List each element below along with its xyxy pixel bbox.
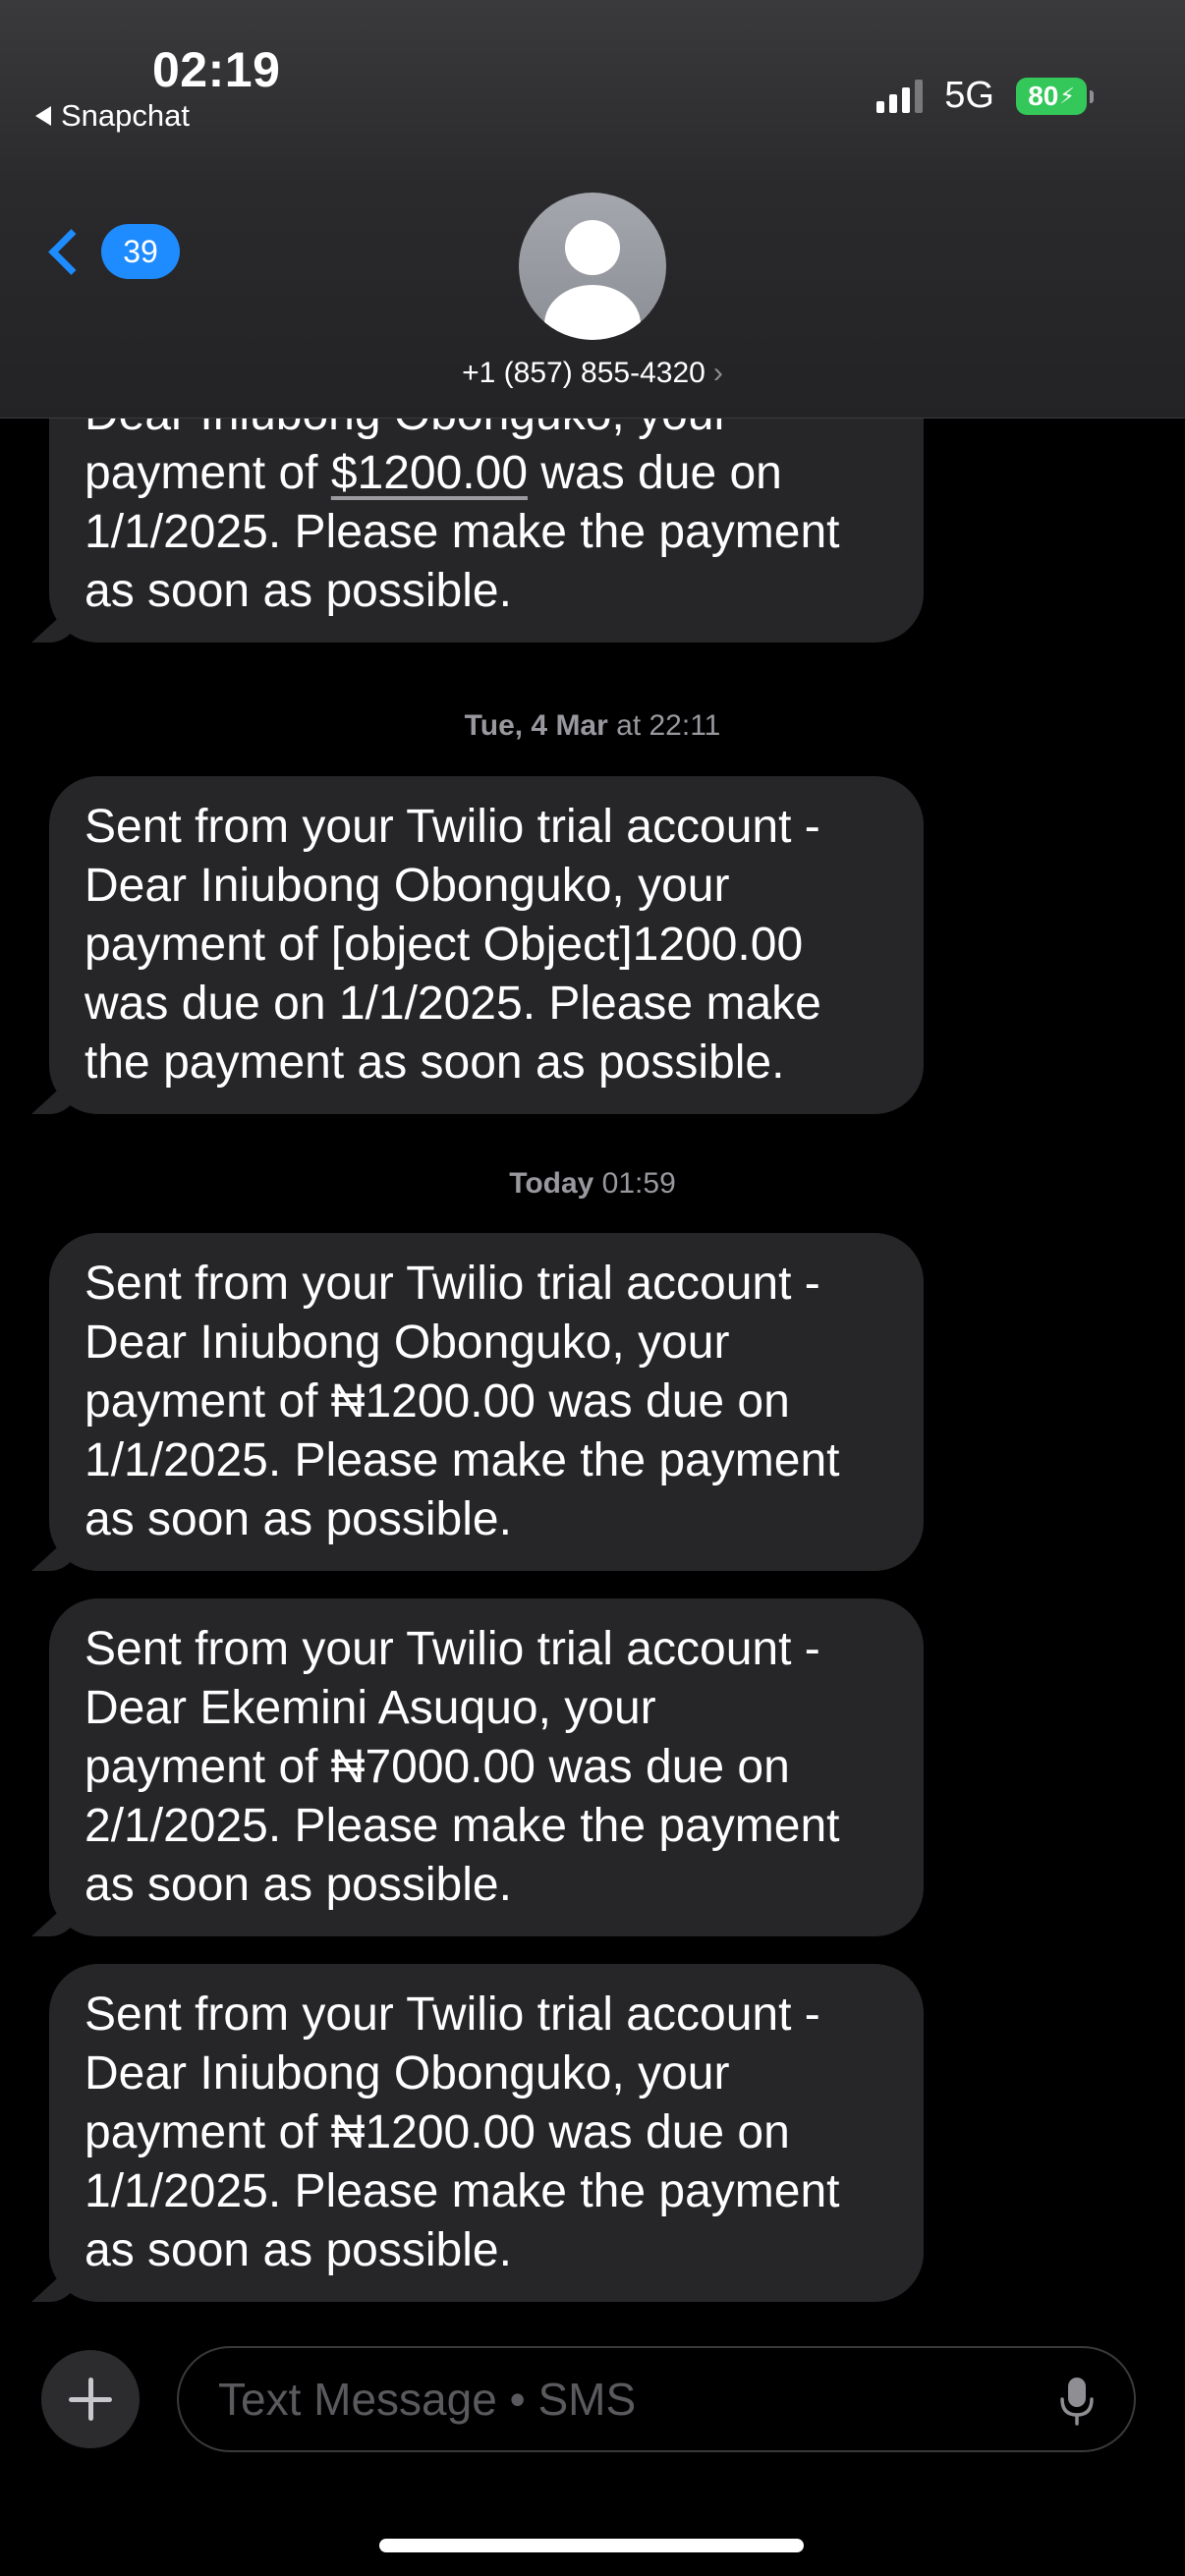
microphone-icon[interactable]: [1059, 2376, 1095, 2427]
back-button[interactable]: 39: [43, 224, 180, 279]
message-line: 1/1/2025. Please make the payment: [85, 1434, 840, 1486]
avatar-person-icon: [565, 220, 620, 275]
message-line: Dear Iniubong Obonguko, your: [85, 860, 730, 912]
message-bubble[interactable]: Sent from your Twilio trial account - De…: [49, 776, 924, 1114]
unread-count-badge: 39: [101, 224, 180, 279]
message-bubble[interactable]: Sent from your Twilio trial account - De…: [49, 1964, 924, 2302]
back-triangle-icon: [35, 106, 51, 126]
message-line: Sent from your Twilio trial account -: [85, 1988, 820, 2041]
message-line: 1/1/2025. Please make the payment: [85, 2165, 840, 2217]
back-app-label: Snapchat: [61, 98, 190, 133]
amount-link[interactable]: $1200.00: [331, 447, 528, 499]
message-line: payment of ₦1200.00 was due on: [85, 2106, 790, 2158]
timestamp-day: Tue, 4 Mar: [464, 709, 608, 742]
message-text: was due on: [528, 447, 782, 499]
network-type: 5G: [944, 75, 994, 116]
timestamp-day: Today: [509, 1167, 594, 1200]
message-bubble[interactable]: Sent from your Twilio trial account - De…: [49, 1598, 924, 1936]
message-line: as soon as possible.: [85, 2224, 512, 2276]
battery-level: 80: [1028, 80, 1059, 111]
status-indicators: 5G 80 ⚡: [876, 75, 1094, 117]
conversation-header: 02:19 Snapchat 5G 80 ⚡ 39 +1 (857) 855-43…: [0, 0, 1185, 419]
message-line: Sent from your Twilio trial account -: [85, 1258, 820, 1310]
charging-bolt-icon: ⚡: [1059, 83, 1075, 108]
message-line: Dear Iniubong Obonguko, your: [85, 1316, 730, 1369]
chevron-left-icon: [48, 228, 94, 275]
message-line: 1/1/2025. Please make the payment: [85, 506, 840, 558]
back-to-app-link[interactable]: Snapchat: [35, 98, 190, 134]
message-input-placeholder: Text Message • SMS: [218, 2374, 637, 2425]
message-line: payment of [object Object]1200.00: [85, 919, 804, 971]
timestamp: Today 01:59: [0, 1167, 1185, 1201]
message-line: Sent from your Twilio trial account -: [85, 801, 820, 853]
chevron-right-icon: ›: [712, 357, 723, 389]
message-line: payment of ₦7000.00 was due on: [85, 1741, 790, 1793]
message-line: Dear Ekemini Asuquo, your: [85, 1682, 656, 1734]
message-text: payment of: [85, 447, 331, 499]
timestamp-time: 01:59: [593, 1167, 676, 1200]
message-line: as soon as possible.: [85, 565, 512, 617]
message-line: Dear Iniubong Obonguko, your: [85, 2047, 730, 2100]
contact-number: +1 (857) 855-4320: [462, 357, 705, 389]
contact-name[interactable]: +1 (857) 855-4320 ›: [0, 357, 1185, 390]
message-line: the payment as soon as possible.: [85, 1036, 785, 1089]
timestamp-time: at 22:11: [607, 709, 721, 742]
message-line: payment of ₦1200.00 was due on: [85, 1375, 790, 1428]
message-line: as soon as possible.: [85, 1493, 512, 1545]
message-line: Sent from your Twilio trial account -: [85, 1623, 820, 1675]
message-bubble[interactable]: Sent from your Twilio trial account - De…: [49, 1233, 924, 1571]
contact-avatar[interactable]: [519, 193, 666, 340]
message-line: 2/1/2025. Please make the payment: [85, 1800, 840, 1852]
cellular-signal-icon: [876, 79, 924, 113]
status-time: 02:19: [152, 42, 281, 97]
timestamp: Tue, 4 Mar at 22:11: [0, 709, 1185, 743]
message-input[interactable]: Text Message • SMS: [177, 2346, 1136, 2452]
home-indicator[interactable]: [379, 2539, 804, 2552]
message-line: was due on 1/1/2025. Please make: [85, 978, 821, 1030]
battery-icon: 80 ⚡: [1016, 77, 1094, 115]
add-attachment-button[interactable]: [41, 2350, 140, 2448]
message-line: as soon as possible.: [85, 1859, 512, 1911]
